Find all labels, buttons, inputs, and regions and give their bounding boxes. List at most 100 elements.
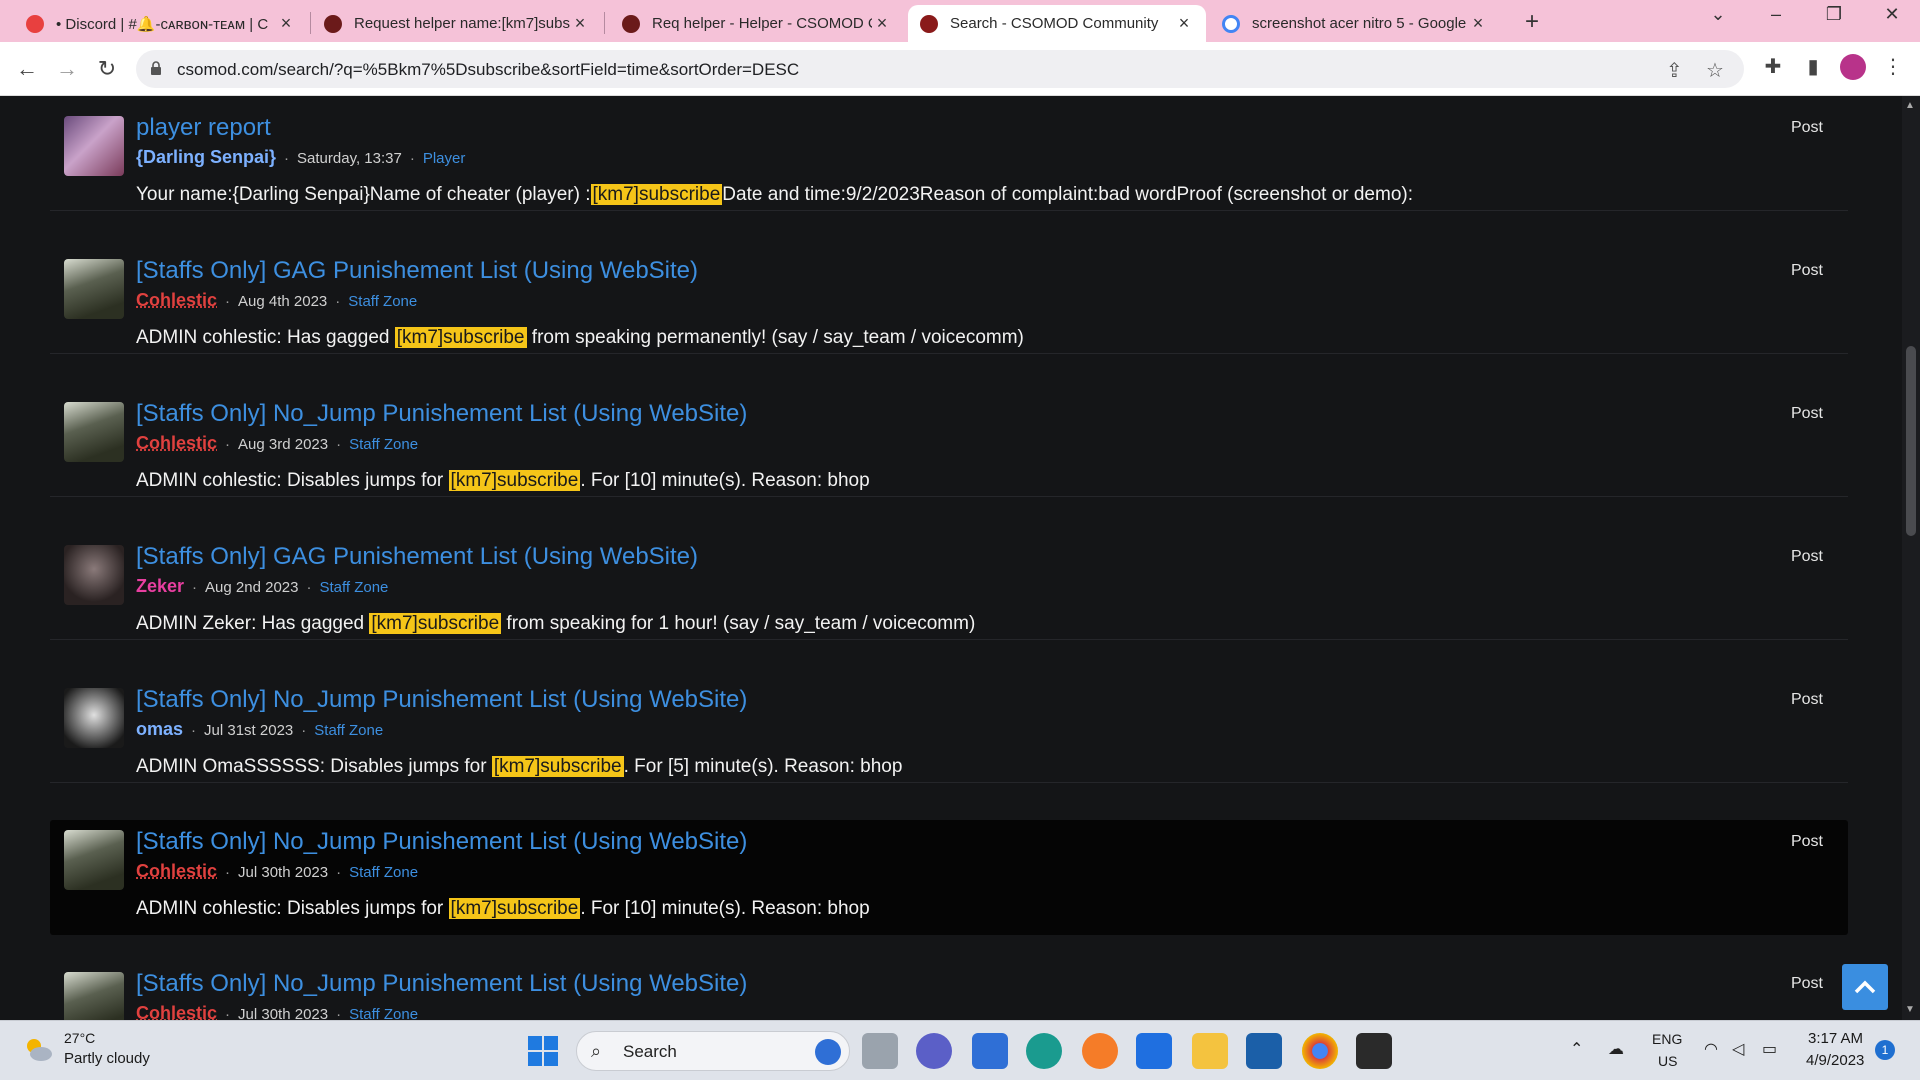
scroll-to-top-button[interactable] (1842, 964, 1888, 1010)
forum-link[interactable]: Staff Zone (349, 1006, 418, 1020)
clock-time[interactable]: 3:17 AM (1808, 1030, 1863, 1047)
search-highlight: [km7]subscribe (448, 898, 581, 919)
taskbar-search-label: Search (623, 1042, 677, 1061)
language-indicator[interactable]: ENG (1652, 1031, 1682, 1047)
reload-icon[interactable]: ↻ (92, 54, 122, 84)
weather-temperature[interactable]: 27°C (64, 1030, 95, 1046)
forum-link[interactable]: Staff Zone (348, 293, 417, 310)
defender-shield-icon[interactable] (1246, 1033, 1282, 1069)
search-highlight: [km7]subscribe (491, 756, 624, 777)
battery-icon[interactable]: ▭ (1762, 1039, 1777, 1059)
language-region[interactable]: US (1658, 1053, 1677, 1069)
author-link[interactable]: Cohlestic (136, 1003, 217, 1020)
tab-search-csomod[interactable]: Search - CSOMOD Community × (908, 5, 1206, 42)
search-icon: ⌕ (591, 1041, 602, 1061)
share-icon[interactable]: ⇪ (1666, 58, 1683, 83)
forum-link[interactable]: Staff Zone (314, 722, 383, 739)
forward-arrow-icon[interactable]: → (52, 54, 82, 84)
meta-separator: · (192, 579, 198, 596)
avatar[interactable] (64, 688, 124, 748)
search-highlight: [km7]subscribe (394, 327, 527, 348)
close-icon[interactable]: × (1174, 13, 1194, 34)
bing-icon[interactable] (815, 1039, 841, 1065)
forum-link[interactable]: Player (423, 150, 466, 167)
avatar[interactable] (64, 259, 124, 319)
window-close-icon[interactable]: ✕ (1872, 4, 1912, 25)
author-link[interactable]: {Darling Senpai} (136, 147, 276, 168)
result-title-link[interactable]: [Staffs Only] GAG Punishement List (Usin… (136, 257, 698, 285)
forum-link[interactable]: Staff Zone (349, 436, 418, 453)
partly-cloudy-icon[interactable] (22, 1035, 54, 1063)
back-arrow-icon[interactable]: ← (12, 54, 42, 84)
search-highlight: [km7]subscribe (590, 184, 723, 205)
dropbox-icon[interactable] (1136, 1033, 1172, 1069)
tab-req-helper[interactable]: Req helper - Helper - CSOMOD C × (610, 5, 904, 42)
chrome-icon[interactable] (1302, 1033, 1338, 1069)
menu-kebab-icon[interactable]: ⋮ (1878, 54, 1908, 79)
csomod-icon (622, 14, 640, 33)
address-bar[interactable]: csomod.com/search/?q=%5Bkm7%5Dsubscribe&… (136, 50, 1744, 88)
scroll-down-arrow-icon[interactable]: ▼ (1905, 1004, 1915, 1015)
author-link[interactable]: Cohlestic (136, 290, 217, 311)
author-link[interactable]: Cohlestic (136, 433, 217, 454)
counter-strike-icon[interactable] (1356, 1033, 1392, 1069)
snippet-text: . For [10] minute(s). Reason: bhop (580, 898, 870, 919)
start-windows-icon[interactable] (528, 1036, 558, 1066)
tab-request-helper[interactable]: Request helper name:[km7]subsc × (312, 5, 602, 42)
clock-date[interactable]: 4/9/2023 (1806, 1052, 1864, 1069)
result-title-link[interactable]: [Staffs Only] No_Jump Punishement List (… (136, 970, 747, 998)
close-icon[interactable]: × (1468, 13, 1488, 34)
weather-description[interactable]: Partly cloudy (64, 1050, 150, 1067)
volume-icon[interactable]: ◁ (1732, 1039, 1744, 1059)
result-title-link[interactable]: [Staffs Only] No_Jump Punishement List (… (136, 828, 747, 856)
microsoft-store-icon[interactable] (972, 1033, 1008, 1069)
wifi-icon[interactable]: ◠ (1704, 1039, 1718, 1059)
content-type-label: Post (1790, 833, 1823, 850)
page-scrollbar[interactable]: ▲ ▼ (1902, 96, 1920, 1020)
result-title-link[interactable]: [Staffs Only] GAG Punishement List (Usin… (136, 543, 698, 571)
author-link[interactable]: omas (136, 719, 183, 740)
edge-browser-icon[interactable] (1026, 1033, 1062, 1069)
extensions-puzzle-icon[interactable]: ✚ (1758, 54, 1788, 79)
result-title-link[interactable]: [Staffs Only] No_Jump Punishement List (… (136, 686, 747, 714)
avatar[interactable] (64, 545, 124, 605)
close-icon[interactable]: × (276, 13, 296, 34)
browser-toolbar: ← → ↻ csomod.com/search/?q=%5Bkm7%5Dsubs… (0, 42, 1920, 96)
scroll-up-arrow-icon[interactable]: ▲ (1905, 100, 1915, 111)
avatar[interactable] (64, 972, 124, 1020)
bookmark-star-icon[interactable]: ☆ (1706, 58, 1724, 83)
result-title-link[interactable]: player report (136, 114, 271, 142)
avatar[interactable] (64, 830, 124, 890)
forum-link[interactable]: Staff Zone (349, 864, 418, 881)
result-title-link[interactable]: [Staffs Only] No_Jump Punishement List (… (136, 400, 747, 428)
show-hidden-icons-chevron-icon[interactable]: ⌃ (1570, 1039, 1583, 1059)
maximize-icon[interactable]: ❐ (1814, 4, 1854, 25)
forum-link[interactable]: Staff Zone (319, 579, 388, 596)
author-link[interactable]: Zeker (136, 576, 184, 597)
search-results-page: player report {Darling Senpai} · Saturda… (0, 96, 1920, 1020)
scrollbar-thumb[interactable] (1906, 346, 1916, 536)
avatar[interactable] (64, 116, 124, 176)
onedrive-cloud-icon[interactable]: ☁ (1608, 1039, 1624, 1059)
close-icon[interactable]: × (872, 13, 892, 34)
new-tab-plus-icon[interactable]: + (1520, 8, 1544, 36)
tab-divider (310, 12, 311, 34)
profile-avatar-icon[interactable] (1840, 54, 1866, 80)
tab-discord[interactable]: • Discord | #🔔-ᴄᴀʀʙᴏɴ-ᴛᴇᴀᴍ | C × (14, 5, 308, 42)
taskbar-search-box[interactable]: ⌕ Search (576, 1031, 850, 1071)
close-icon[interactable]: × (570, 13, 590, 34)
notification-badge[interactable]: 1 (1875, 1040, 1895, 1060)
snippet-text: ADMIN OmaSSSSSS: Disables jumps for (136, 756, 492, 777)
avatar[interactable] (64, 402, 124, 462)
teams-chat-icon[interactable] (916, 1033, 952, 1069)
post-date: Aug 3rd 2023 (238, 436, 329, 453)
author-link[interactable]: Cohlestic (136, 861, 217, 882)
firefox-icon[interactable] (1082, 1033, 1118, 1069)
snippet-text: ADMIN cohlestic: Disables jumps for (136, 470, 449, 491)
side-panel-icon[interactable]: ▮ (1798, 54, 1828, 79)
task-view-icon[interactable] (862, 1033, 898, 1069)
minimize-icon[interactable]: – (1756, 4, 1796, 25)
file-explorer-icon[interactable] (1192, 1033, 1228, 1069)
tab-search-chevron-icon[interactable]: ⌄ (1698, 4, 1738, 25)
tab-google[interactable]: screenshot acer nitro 5 - Google × (1210, 5, 1500, 42)
